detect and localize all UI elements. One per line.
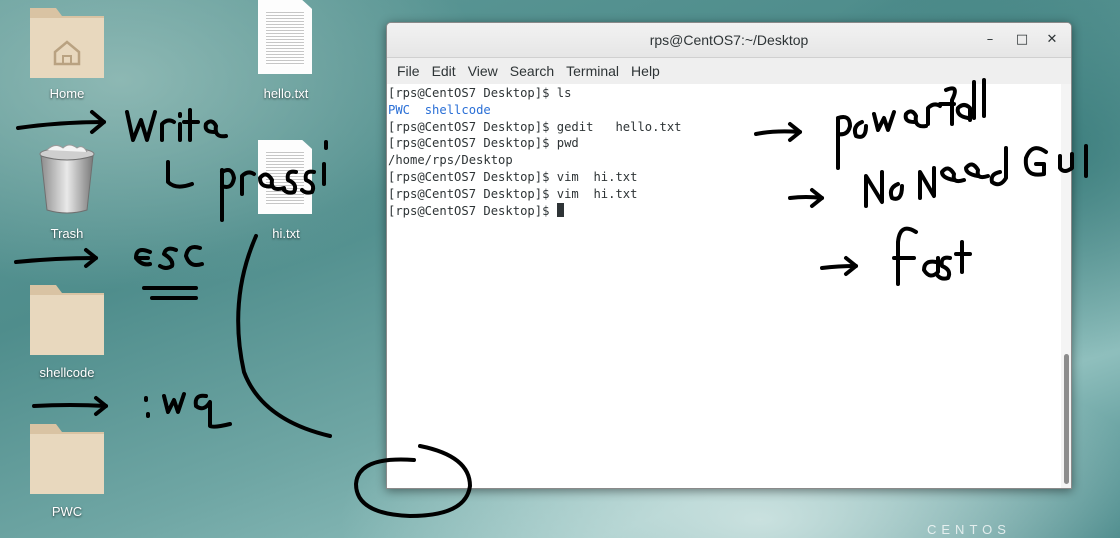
- bracket-curve: [236, 234, 332, 438]
- arrow-powerfull: [754, 122, 802, 142]
- annotation-wq: [144, 392, 232, 429]
- annotation-powerfull: [836, 78, 986, 170]
- annotation-write: [125, 108, 228, 142]
- annotation-fast: [892, 226, 972, 286]
- annotation-press-i: [166, 140, 328, 222]
- arrow-no-need-gui: [788, 188, 824, 208]
- arrow-fast: [820, 256, 858, 276]
- handwritten-annotations: [14, 78, 1088, 518]
- annotation-esc: [134, 245, 204, 300]
- circle-mark: [354, 444, 472, 518]
- annotation-no-need-gui: [864, 144, 1088, 208]
- arrow-write: [16, 110, 106, 134]
- arrow-esc: [14, 248, 98, 268]
- arrow-wq: [32, 396, 108, 416]
